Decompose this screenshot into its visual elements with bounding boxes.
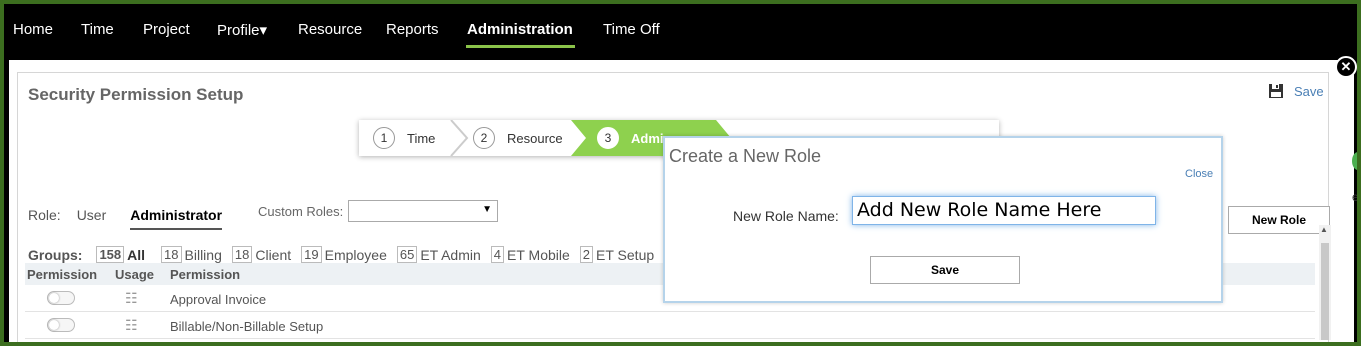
custom-roles-select[interactable]: ▼ bbox=[348, 200, 498, 222]
group-count: 18 bbox=[161, 246, 182, 263]
column-header-permission-toggle: Permission bbox=[27, 267, 98, 282]
new-role-button[interactable]: New Role bbox=[1228, 206, 1330, 234]
usage-list-icon[interactable]: ☷ bbox=[125, 317, 138, 334]
group-label: ET Mobile bbox=[507, 246, 570, 263]
nav-item-home[interactable]: Home bbox=[13, 21, 53, 38]
group-employee[interactable]: 19 Employee bbox=[301, 246, 387, 263]
role-selector: Role: User Administrator bbox=[28, 200, 223, 230]
group-et-setup[interactable]: 2 ET Setup bbox=[579, 246, 655, 263]
column-header-usage: Usage bbox=[115, 267, 155, 282]
role-label: Role: bbox=[28, 207, 61, 223]
step-number: 1 bbox=[373, 127, 395, 149]
group-count: 65 bbox=[396, 246, 418, 263]
permission-toggle[interactable] bbox=[47, 291, 75, 305]
create-role-modal: Create a New Role Close New Role Name: A… bbox=[663, 136, 1223, 303]
custom-roles-label: Custom Roles: bbox=[258, 204, 344, 219]
content-area: Security Permission Setup Save 1 Time 2 … bbox=[9, 60, 1357, 342]
nav-item-project[interactable]: Project bbox=[143, 21, 190, 38]
step-number: 3 bbox=[597, 127, 619, 149]
table-scrollbar[interactable]: ▲ bbox=[1319, 225, 1331, 340]
group-et-mobile[interactable]: 4 ET Mobile bbox=[490, 246, 570, 263]
status-dot bbox=[1352, 152, 1357, 170]
role-tab-administrator[interactable]: Administrator bbox=[130, 207, 223, 230]
column-header-permission-name: Permission bbox=[170, 267, 241, 282]
group-count: 2 bbox=[579, 246, 594, 263]
partial-edge-text: ea bbox=[1352, 190, 1357, 204]
nav-item-reports[interactable]: Reports bbox=[386, 21, 439, 38]
group-et-admin[interactable]: 65 ET Admin bbox=[396, 246, 481, 263]
groups-label: Groups: bbox=[28, 246, 83, 263]
save-label: Save bbox=[1294, 83, 1324, 99]
usage-list-icon[interactable]: ☷ bbox=[125, 290, 138, 307]
nav-item-profile[interactable]: Profile▾ bbox=[217, 21, 267, 39]
group-label: ET Setup bbox=[596, 246, 655, 263]
chevron-separator-icon bbox=[450, 120, 469, 156]
modal-title: Create a New Role bbox=[669, 146, 822, 166]
new-role-name-label: New Role Name: bbox=[733, 208, 839, 224]
top-navigation: Home Time Project Profile▾ Resource Repo… bbox=[4, 4, 1357, 56]
nav-active-indicator bbox=[466, 45, 575, 48]
group-client[interactable]: 18 Client bbox=[231, 246, 292, 263]
dropdown-arrow-icon: ▼ bbox=[482, 204, 492, 215]
step-label: Resource bbox=[507, 130, 563, 146]
group-label: Billing bbox=[184, 246, 222, 263]
wizard-step-administration[interactable]: 3 Admi bbox=[597, 120, 664, 156]
step-label: Admi bbox=[631, 130, 664, 146]
permission-name: Approval Invoice bbox=[170, 292, 267, 307]
group-count: 158 bbox=[96, 246, 125, 263]
scroll-thumb[interactable] bbox=[1321, 243, 1329, 340]
wizard-step-resource[interactable]: 2 Resource bbox=[473, 120, 563, 156]
page-title: Security Permission Setup bbox=[28, 85, 244, 104]
app-frame: Home Time Project Profile▾ Resource Repo… bbox=[4, 4, 1357, 342]
save-button[interactable]: Save bbox=[1268, 83, 1324, 99]
step-number: 2 bbox=[473, 127, 495, 149]
permission-toggle[interactable] bbox=[47, 318, 75, 332]
modal-save-button[interactable]: Save bbox=[870, 256, 1020, 284]
nav-item-time[interactable]: Time bbox=[81, 21, 114, 38]
wizard-step-time[interactable]: 1 Time bbox=[373, 120, 435, 156]
group-label: All bbox=[127, 246, 146, 263]
table-row: ☷ Billable/Non-Billable Setup bbox=[25, 313, 1315, 339]
floppy-disk-icon bbox=[1269, 84, 1283, 98]
group-count: 19 bbox=[301, 246, 322, 263]
permission-name: Billable/Non-Billable Setup bbox=[170, 319, 324, 334]
group-label: ET Admin bbox=[420, 246, 481, 263]
group-label: Employee bbox=[324, 246, 387, 263]
group-billing[interactable]: 18 Billing bbox=[161, 246, 222, 263]
nav-item-time-off[interactable]: Time Off bbox=[603, 21, 660, 38]
scroll-up-arrow-icon[interactable]: ▲ bbox=[1320, 225, 1328, 234]
modal-close-link[interactable]: Close bbox=[1185, 168, 1213, 180]
group-label: Client bbox=[255, 246, 292, 263]
nav-item-resource[interactable]: Resource bbox=[298, 21, 362, 38]
nav-item-administration[interactable]: Administration bbox=[467, 21, 573, 38]
role-tab-user[interactable]: User bbox=[77, 207, 107, 223]
group-count: 18 bbox=[231, 246, 253, 263]
new-role-name-input[interactable]: Add New Role Name Here bbox=[852, 196, 1156, 225]
step-label: Time bbox=[407, 130, 436, 146]
close-icon[interactable]: ✕ bbox=[1335, 56, 1357, 78]
group-count: 4 bbox=[490, 246, 505, 263]
